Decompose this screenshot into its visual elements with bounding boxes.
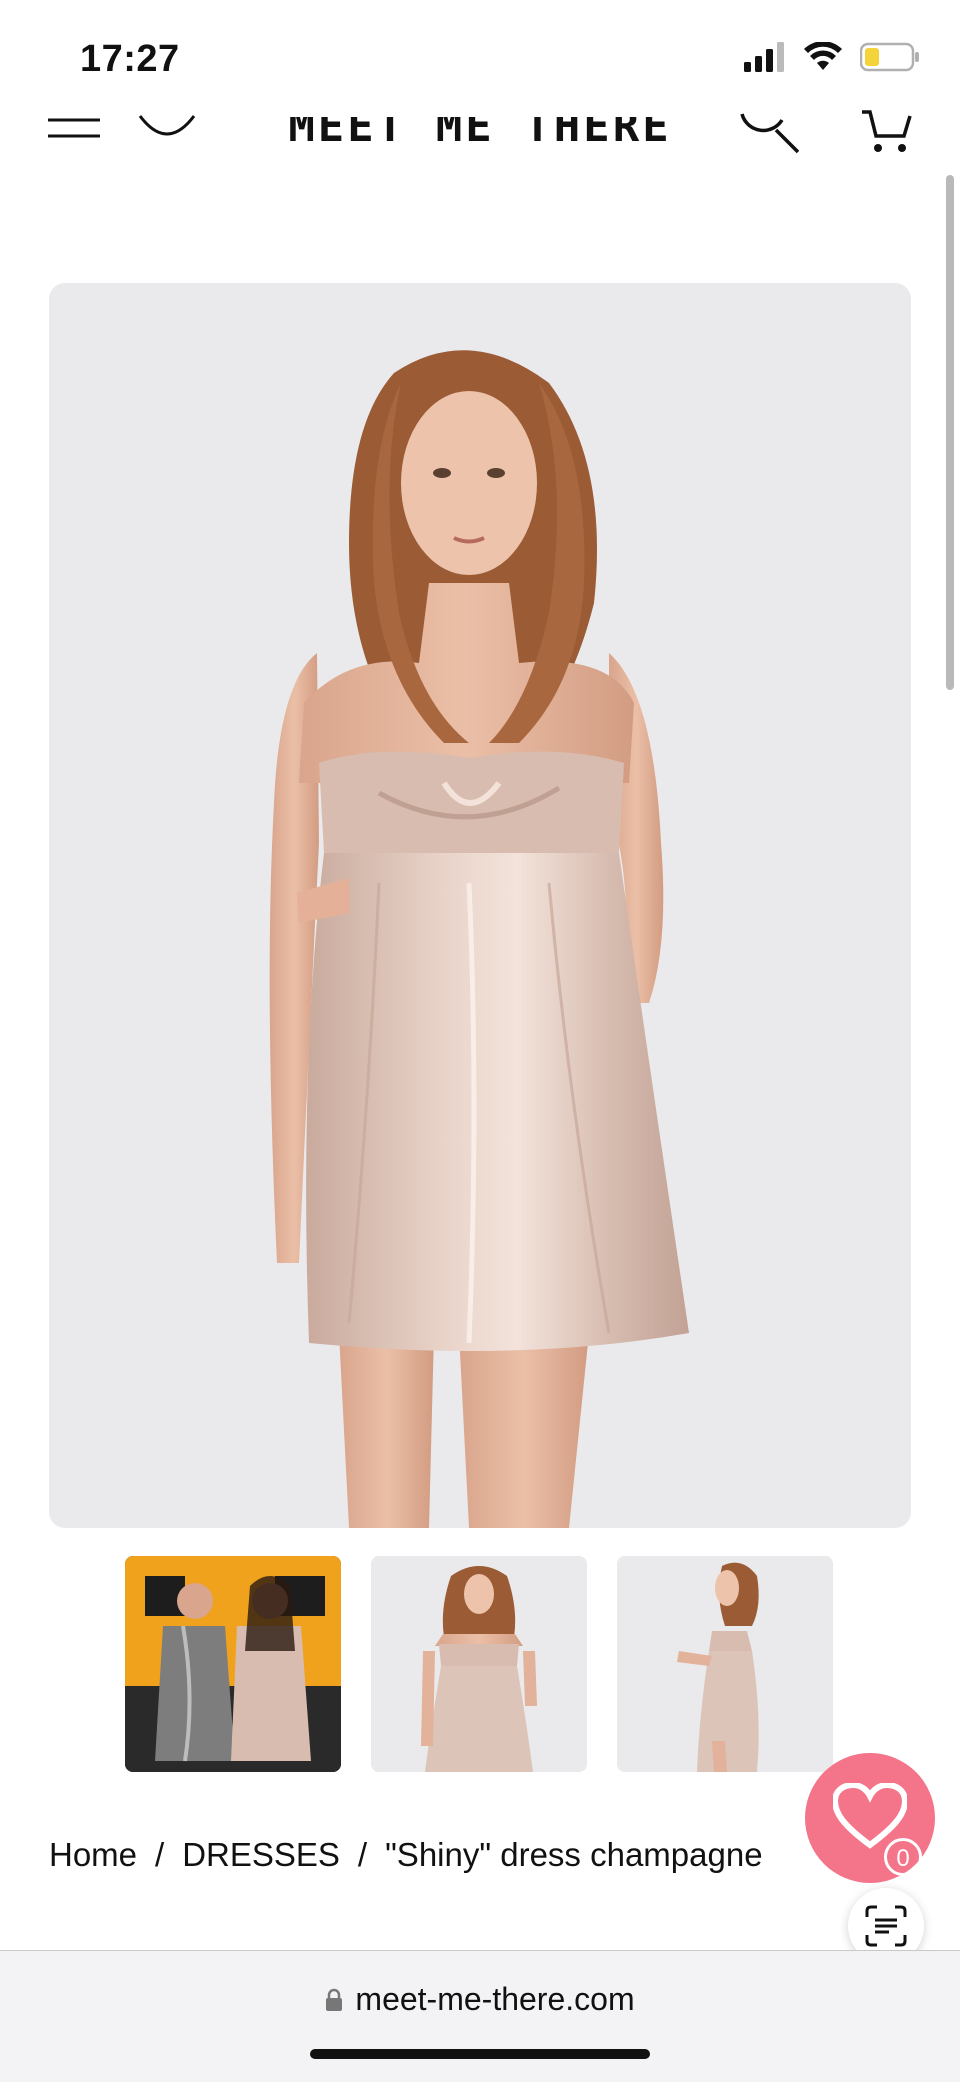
breadcrumb-separator: /	[155, 1836, 165, 1873]
breadcrumb-home[interactable]: Home	[49, 1836, 137, 1874]
site-header: MEET ME THERE	[0, 100, 960, 170]
status-time: 17:27	[80, 38, 180, 80]
breadcrumb: Home / DRESSES / "Shiny" dress champagne	[49, 1836, 763, 1874]
status-icons	[744, 42, 920, 72]
page-scrollbar[interactable]	[946, 175, 954, 690]
cart-icon[interactable]	[860, 108, 912, 154]
search-icon[interactable]	[738, 108, 800, 154]
url-field[interactable]: meet-me-there.com	[0, 1981, 960, 2018]
thumbnail-strip	[0, 1556, 960, 1774]
breadcrumb-current: "Shiny" dress champagne	[385, 1836, 763, 1873]
cellular-signal-icon	[744, 42, 784, 72]
scan-text-icon	[865, 1905, 907, 1947]
url-text: meet-me-there.com	[355, 1981, 635, 2017]
lock-icon	[326, 1988, 343, 2011]
thumb-side-view[interactable]	[617, 1556, 833, 1772]
breadcrumb-dresses[interactable]: DRESSES	[182, 1836, 340, 1874]
wishlist-count-badge: 0	[884, 1838, 922, 1876]
battery-icon	[860, 42, 919, 72]
thumb-front-view[interactable]	[371, 1556, 587, 1772]
wifi-icon	[804, 42, 842, 70]
thumb-lifestyle-school-bus[interactable]	[125, 1556, 341, 1772]
breadcrumb-separator: /	[357, 1836, 368, 1873]
browser-address-bar[interactable]: meet-me-there.com	[0, 1950, 960, 2082]
status-bar: 17:27	[0, 0, 960, 110]
home-indicator	[310, 2049, 650, 2059]
product-main-image[interactable]	[49, 283, 911, 1528]
model-illustration	[269, 350, 689, 1528]
